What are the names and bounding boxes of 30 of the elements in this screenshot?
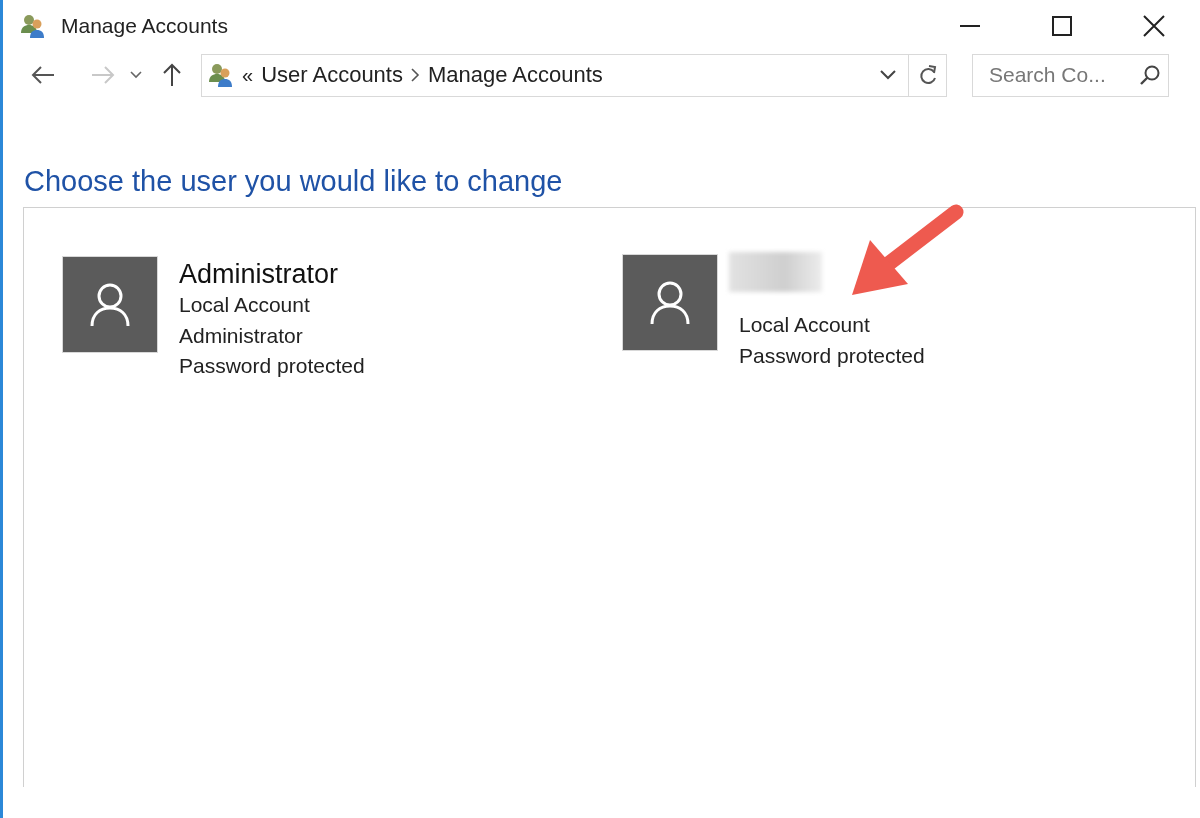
search-icon [1139, 63, 1161, 86]
account-detail: Local Account [739, 312, 871, 338]
chevron-down-icon [880, 70, 896, 80]
window-title: Manage Accounts [61, 14, 228, 38]
account-detail: Password protected [739, 342, 925, 369]
account-detail: Local Account [179, 292, 311, 318]
account-detail: Password protected [179, 353, 365, 379]
forward-arrow-icon [91, 65, 115, 85]
maximize-icon [1052, 16, 1072, 36]
overflow-mark[interactable]: « [242, 63, 254, 87]
account-detail: Administrator [179, 322, 304, 349]
page-heading: Choose the user you would like to change [24, 164, 564, 199]
up-arrow-icon [162, 63, 182, 87]
person-icon [649, 279, 691, 326]
account-name[interactable]: Administrator [179, 258, 365, 290]
breadcrumb[interactable]: Manage Accounts [427, 62, 603, 88]
back-arrow-icon [31, 65, 55, 85]
minimize-icon [960, 25, 980, 27]
account-avatar[interactable] [62, 256, 158, 353]
users-icon [20, 13, 46, 39]
breadcrumb[interactable]: User Accounts [261, 62, 403, 88]
refresh-icon [917, 64, 938, 86]
close-icon [1143, 15, 1165, 37]
account-avatar[interactable] [622, 254, 718, 351]
address-users-icon [208, 62, 234, 88]
address-bar[interactable]: « User Accounts Manage Accounts [201, 53, 947, 97]
chevron-down-icon [130, 71, 142, 79]
chevron-right-icon [410, 68, 420, 82]
person-icon [89, 281, 131, 328]
search-field[interactable]: Search Co... [972, 53, 1169, 97]
